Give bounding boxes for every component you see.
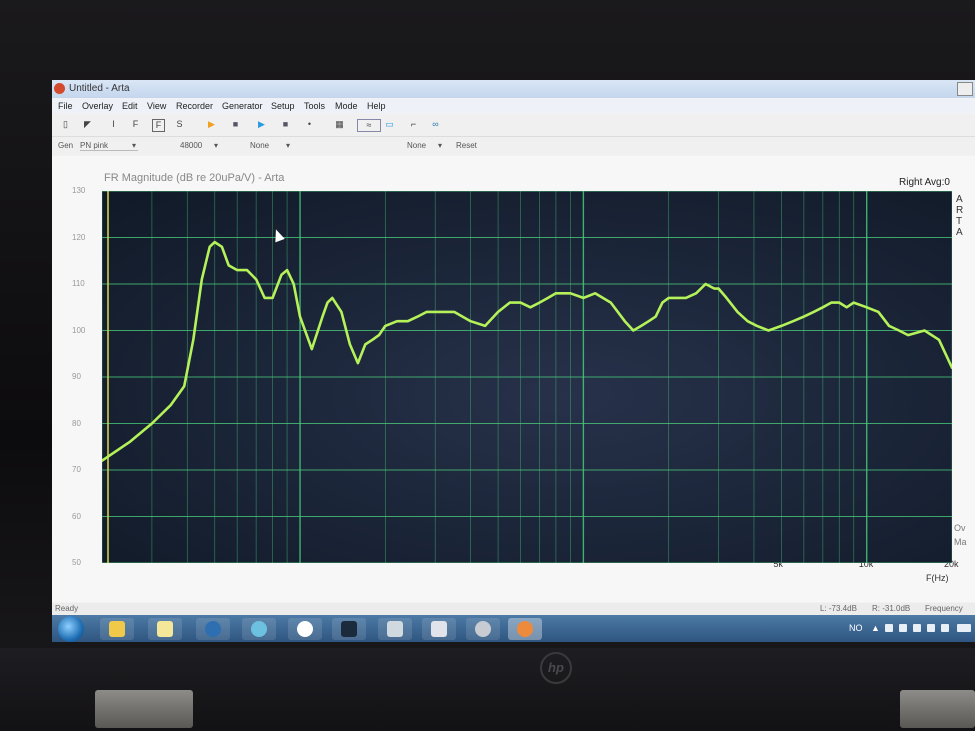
- generator-select[interactable]: PN pink: [80, 141, 138, 151]
- menu-setup[interactable]: Setup: [271, 101, 295, 111]
- taskbar-app-snake[interactable]: [332, 618, 366, 640]
- new-icon[interactable]: ▯: [60, 119, 71, 130]
- y-tick-label: 60: [72, 511, 81, 521]
- tray-volume-icon[interactable]: [941, 624, 949, 632]
- tray-display-icon[interactable]: [913, 624, 921, 632]
- taskbar-hp-support[interactable]: [196, 618, 230, 640]
- y-tick-label: 90: [72, 372, 81, 381]
- taskbar-app-tools[interactable]: [378, 618, 412, 640]
- arta-app-icon: [54, 83, 65, 94]
- taskbar-app-white[interactable]: [288, 618, 322, 640]
- pointer-icon[interactable]: ◤: [82, 119, 93, 130]
- taskbar: NO ▲: [52, 615, 975, 642]
- overlay-icon[interactable]: ▭: [384, 119, 395, 130]
- status-right-level: R: -31.0dB: [872, 604, 911, 613]
- level-dropdown-icon[interactable]: ▾: [286, 141, 290, 150]
- arta-letter: T: [956, 216, 963, 227]
- legend-magnitude[interactable]: Ma: [954, 537, 967, 547]
- menu-generator[interactable]: Generator: [222, 101, 263, 111]
- y-tick-label: 110: [72, 279, 85, 288]
- average-select[interactable]: None: [407, 141, 426, 150]
- scale-icon[interactable]: ≈: [357, 119, 381, 132]
- arta-letter: R: [956, 205, 964, 216]
- title-bar: Untitled - Arta: [52, 80, 975, 98]
- frequency-mode-icon[interactable]: F: [152, 119, 165, 132]
- reset-button[interactable]: Reset: [456, 141, 477, 150]
- arta-letter: A: [956, 227, 963, 238]
- frequency-response-chart[interactable]: [102, 191, 952, 563]
- y-tick-label: 50: [72, 558, 81, 567]
- smooth-icon[interactable]: ∞: [430, 119, 441, 130]
- tray-arrow-icon[interactable]: ▲: [871, 623, 880, 633]
- plot-title: FR Magnitude (dB re 20uPa/V) - Arta: [104, 172, 285, 184]
- stop-icon[interactable]: ■: [230, 119, 241, 130]
- spl-icon[interactable]: S: [174, 119, 185, 130]
- start-button[interactable]: [58, 616, 84, 642]
- taskbar-explorer[interactable]: [100, 618, 134, 640]
- generator-dropdown-icon[interactable]: ▾: [132, 141, 136, 150]
- status-left-level: L: -73.4dB: [820, 604, 857, 613]
- menu-tools[interactable]: Tools: [304, 101, 325, 111]
- arta-letter: A: [956, 194, 963, 205]
- level-select[interactable]: None: [250, 141, 269, 150]
- taskbar-app-user[interactable]: [422, 618, 456, 640]
- maximize-button[interactable]: [957, 82, 973, 96]
- grid-icon[interactable]: ▦: [334, 119, 345, 130]
- y-tick-label: 70: [72, 465, 81, 474]
- arta-vertical-label: A R T A: [956, 194, 963, 238]
- taskbar-arta[interactable]: [508, 618, 542, 640]
- tray-network-icon[interactable]: [927, 624, 935, 632]
- screen: Untitled - Arta File Overlay Edit View R…: [52, 80, 975, 642]
- hp-logo: hp: [540, 652, 572, 684]
- window-title: Untitled - Arta: [69, 83, 130, 94]
- x-axis-unit: F(Hz): [926, 573, 949, 583]
- tray-device-icon[interactable]: [899, 624, 907, 632]
- tray-language[interactable]: NO: [849, 623, 863, 633]
- menu-mode[interactable]: Mode: [335, 101, 358, 111]
- menu-help[interactable]: Help: [367, 101, 386, 111]
- plot-panel: FR Magnitude (dB re 20uPa/V) - Arta Righ…: [52, 156, 975, 602]
- menu-overlay[interactable]: Overlay: [82, 101, 113, 111]
- phase-icon[interactable]: ⌐: [408, 119, 419, 130]
- taskbar-app-disc[interactable]: [466, 618, 500, 640]
- left-hinge: [95, 690, 193, 728]
- toolbar: ▯ ◤ I F F S ▶ ■ ▶ ■ • ▦ ≈ ▭ ⌐ ∞: [52, 114, 975, 137]
- taskbar-sticky-notes[interactable]: [148, 618, 182, 640]
- menu-view[interactable]: View: [147, 101, 166, 111]
- menu-edit[interactable]: Edit: [122, 101, 138, 111]
- right-hinge: [900, 690, 975, 728]
- record-stop-icon[interactable]: ■: [280, 119, 291, 130]
- channel-average-label: Right Avg:0: [899, 177, 950, 188]
- legend-overlay[interactable]: Ov: [954, 523, 966, 533]
- generator-bar: Gen PN pink ▾ 48000 ▾ None ▾ None ▾ Rese…: [52, 137, 975, 155]
- generator-label: Gen: [58, 141, 74, 150]
- marker-icon[interactable]: •: [304, 119, 315, 130]
- y-tick-label: 80: [72, 418, 81, 428]
- menu-recorder[interactable]: Recorder: [176, 101, 213, 111]
- status-bar: Ready L: -73.4dB R: -31.0dB Frequency re…: [52, 603, 975, 622]
- tray-clock[interactable]: [957, 624, 971, 632]
- tray-flag-icon[interactable]: [885, 624, 893, 632]
- taskbar-chrome[interactable]: [242, 618, 276, 640]
- sample-rate-dropdown-icon[interactable]: ▾: [214, 141, 218, 150]
- menu-file[interactable]: File: [58, 101, 73, 111]
- y-tick-label: 130: [72, 186, 86, 195]
- sample-rate-select[interactable]: 48000: [180, 141, 202, 150]
- y-tick-label: 100: [72, 325, 86, 335]
- record-play-icon[interactable]: ▶: [256, 119, 267, 130]
- status-ready: Ready: [55, 604, 79, 613]
- menu-bar: File Overlay Edit View Recorder Generato…: [52, 99, 975, 113]
- play-icon[interactable]: ▶: [206, 119, 217, 130]
- impulse-icon[interactable]: I: [108, 119, 119, 130]
- y-tick-label: 120: [72, 232, 86, 242]
- average-dropdown-icon[interactable]: ▾: [438, 141, 442, 150]
- frequency-icon[interactable]: F: [130, 119, 141, 130]
